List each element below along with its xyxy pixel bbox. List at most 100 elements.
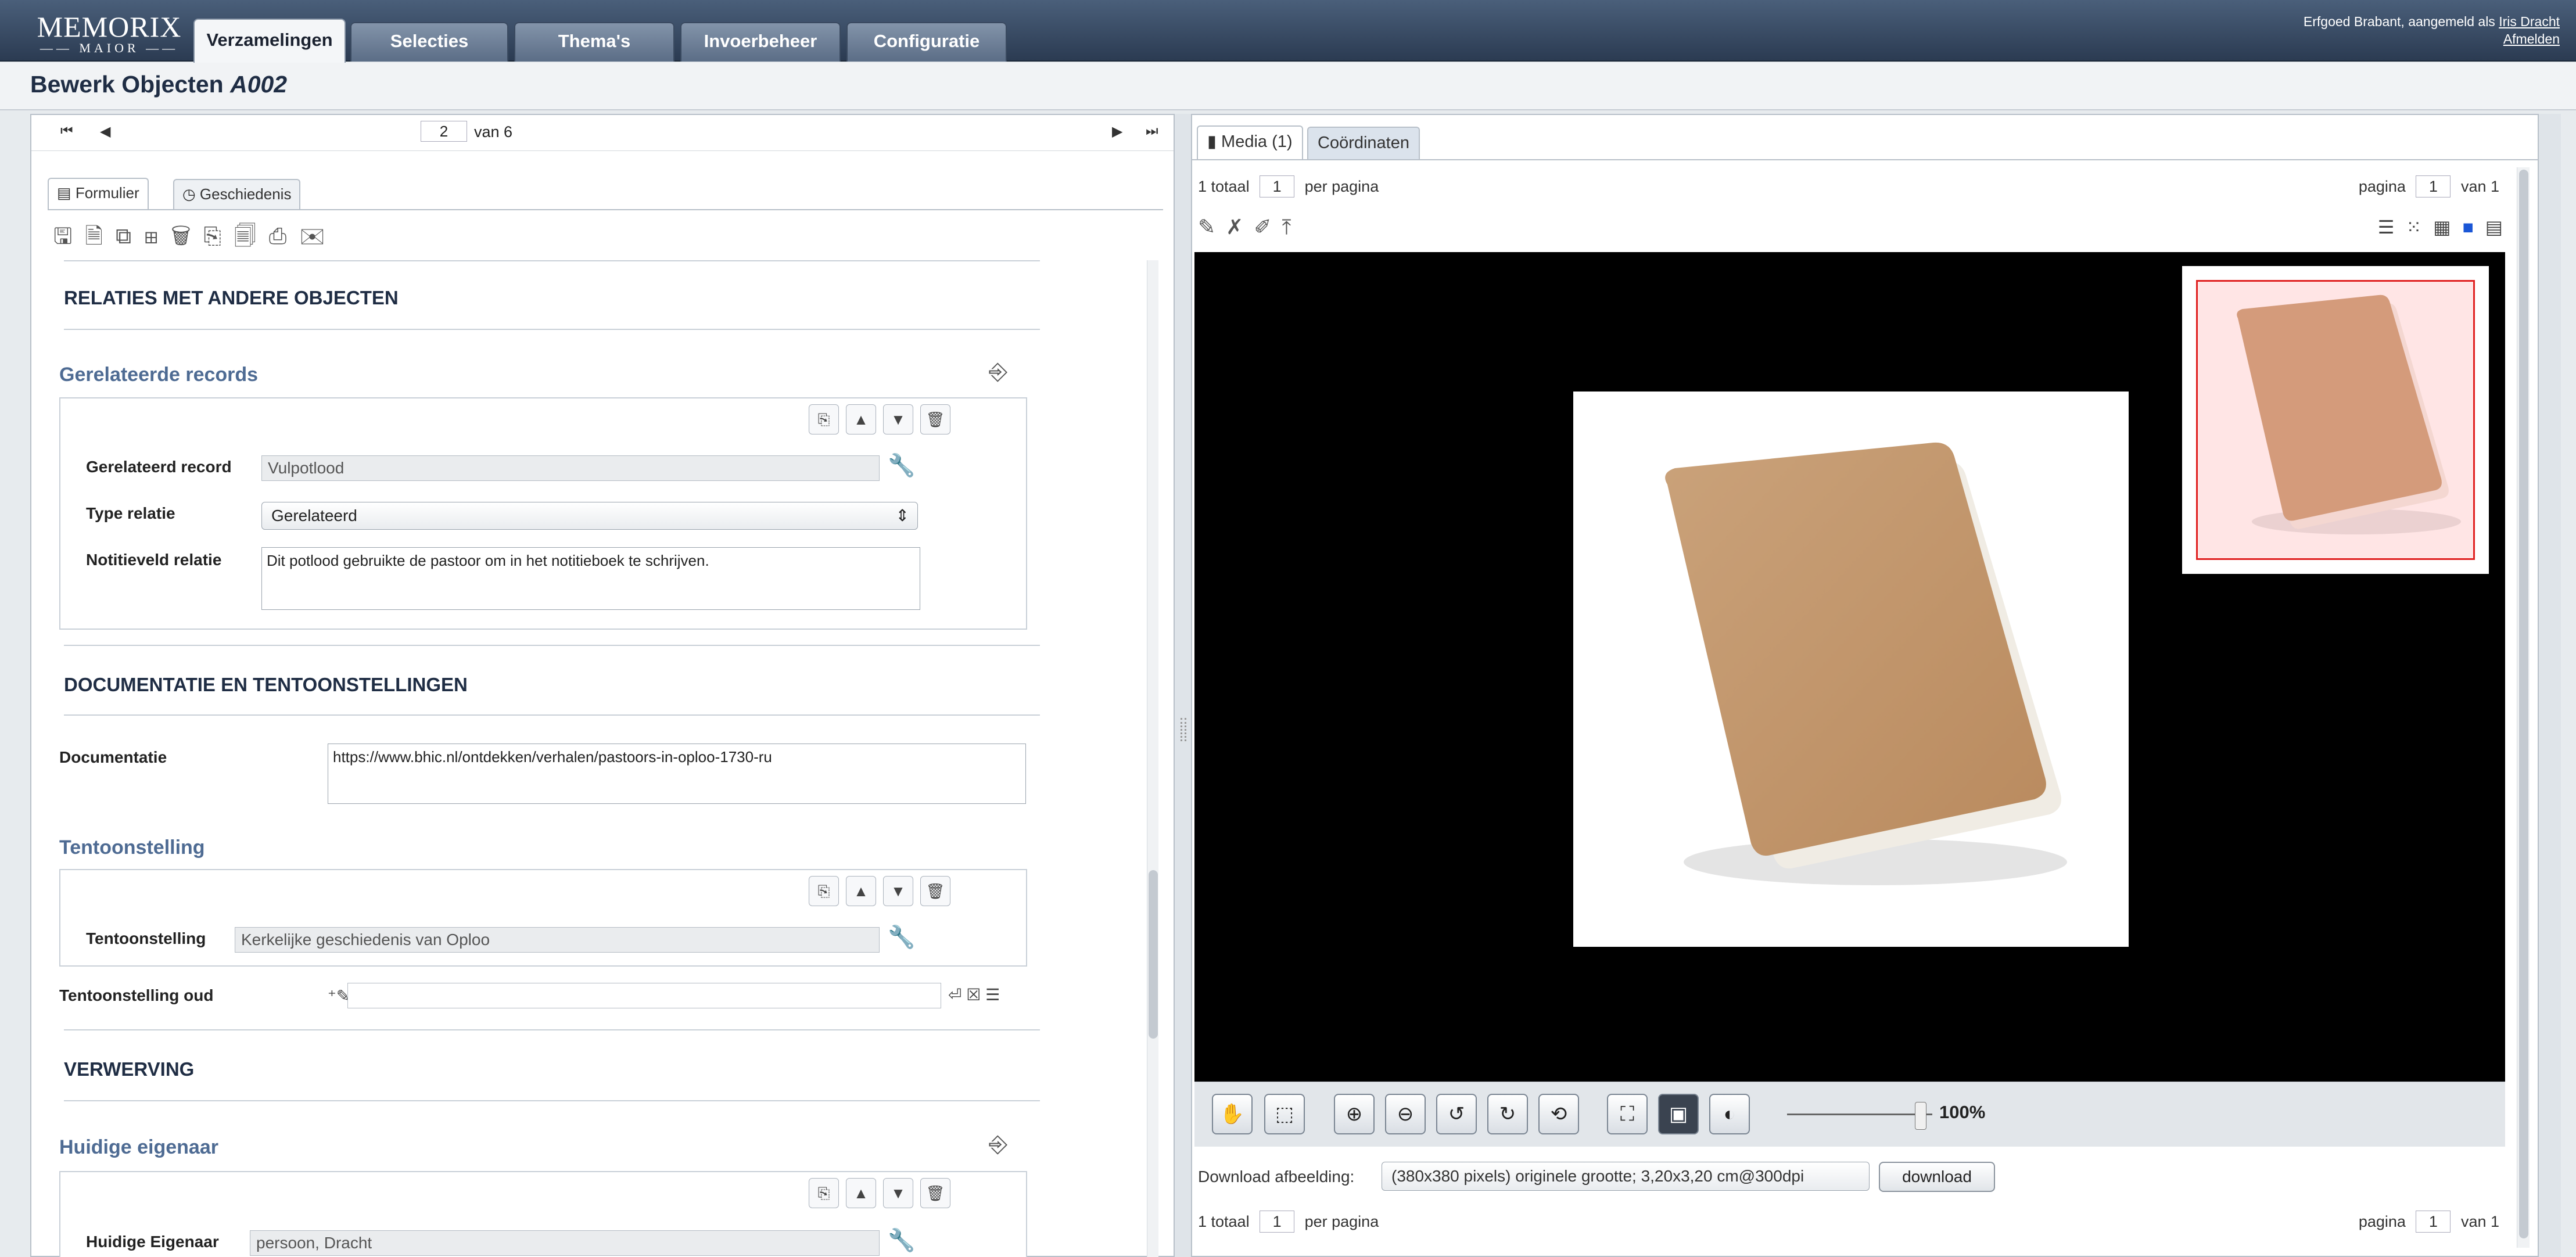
form-panel: ⏮ ◀ 2 van 6 ▶ ⏭ ▤ Formulier ◷ Geschieden… (30, 114, 1175, 1257)
tab-configuratie[interactable]: Configuratie (846, 22, 1007, 62)
delete-row-button[interactable]: 🗑 (920, 404, 950, 434)
add-row-button[interactable]: ⎘ (809, 404, 839, 434)
last-record-icon[interactable]: ⏭ (1146, 123, 1158, 139)
lookup-wrench-icon[interactable]: 🔧 (888, 453, 915, 479)
delete-row-button[interactable]: 🗑 (920, 876, 950, 906)
export-icon[interactable]: ⎘ (204, 224, 234, 249)
new-folder-icon[interactable]: ⊞ (144, 224, 171, 249)
zoom-slider-knob[interactable] (1915, 1102, 1926, 1130)
tab-geschiedenis[interactable]: ◷ Geschiedenis (173, 179, 301, 209)
edit-media-icon[interactable]: ✎ (1198, 215, 1226, 239)
add-related-icon[interactable]: ⎆ (989, 359, 1007, 385)
add-row-button[interactable]: ⎘ (809, 1178, 839, 1208)
rotate-right-90-icon[interactable]: ↻ (1487, 1094, 1528, 1134)
tab-media[interactable]: ▮ Media (1) (1197, 125, 1303, 160)
logout-link[interactable]: Afmelden (2503, 31, 2560, 46)
media-total: 1 totaal (1198, 1213, 1250, 1230)
media-scrollbar-thumb[interactable] (2519, 170, 2528, 1238)
fit-to-screen-icon[interactable]: ⛶ (1607, 1094, 1648, 1134)
image-viewer[interactable] (1194, 252, 2505, 1082)
tab-coordinaten[interactable]: Coördinaten (1307, 127, 1420, 159)
zoom-in-icon[interactable]: ⊕ (1334, 1094, 1375, 1134)
section-verwerving: VERWERVING (64, 1058, 195, 1080)
page-input[interactable]: 1 (2416, 175, 2451, 197)
record-number-input[interactable]: 2 (421, 121, 467, 142)
per-page-input[interactable]: 1 (1260, 175, 1295, 197)
logo-line1: MEMORIX (37, 10, 182, 43)
download-button[interactable]: download (1879, 1162, 1995, 1192)
list-view-icon[interactable]: ☰ (2378, 217, 2406, 238)
mail-icon[interactable]: ✉ (299, 224, 338, 249)
download-size-select[interactable]: (380x380 pixels) originele grootte; 3,20… (1382, 1162, 1870, 1191)
page-input[interactable]: 1 (2416, 1211, 2451, 1233)
delete-media-icon[interactable]: ✗ (1226, 215, 1254, 239)
notebook-image (1665, 442, 2067, 885)
select-area-icon[interactable]: ⬚ (1264, 1094, 1305, 1134)
move-down-button[interactable]: ▼ (883, 876, 913, 906)
lookup-wrench-icon[interactable]: 🔧 (888, 925, 915, 950)
thumbnail-navigator[interactable] (2182, 266, 2489, 574)
move-up-button[interactable]: ▲ (846, 1178, 876, 1208)
tentoonstelling-field[interactable]: Kerkelijke geschiedenis van Oploo (235, 927, 880, 953)
single-view-icon[interactable]: ■ (2462, 217, 2485, 238)
user-name-link[interactable]: Iris Dracht (2499, 14, 2560, 29)
next-record-icon[interactable]: ▶ (1112, 123, 1122, 140)
tab-formulier-label: Formulier (75, 184, 139, 202)
previous-record-icon[interactable]: ◀ (100, 123, 110, 140)
save-icon[interactable]: 🖫 (53, 224, 85, 249)
media-scrollbar[interactable] (2517, 167, 2530, 1248)
tab-selecties[interactable]: Selecties (350, 22, 508, 62)
tab-themas[interactable]: Thema's (514, 22, 675, 62)
new-record-icon[interactable]: 🗎 (85, 224, 116, 249)
add-owner-icon[interactable]: ⎆ (989, 1132, 1007, 1158)
group-actions: ⎘ ▲ ▼ 🗑 (802, 1178, 950, 1208)
tab-formulier[interactable]: ▤ Formulier (48, 178, 149, 210)
copy-icon[interactable]: ⧉ (116, 224, 144, 249)
move-down-button[interactable]: ▼ (883, 404, 913, 434)
tab-verzamelingen[interactable]: Verzamelingen (193, 19, 346, 63)
move-down-button[interactable]: ▼ (883, 1178, 913, 1208)
gerelateerd-record-field[interactable]: Vulpotlood (261, 455, 880, 481)
rotate-left-90-icon[interactable]: ↺ (1436, 1094, 1477, 1134)
small-grid-icon[interactable]: ⁙ (2406, 217, 2433, 238)
tab-invoerbeheer[interactable]: Invoerbeheer (680, 22, 841, 62)
first-record-icon[interactable]: ⏮ (60, 123, 73, 139)
tentoonstelling-oud-field[interactable] (347, 983, 941, 1008)
viewport-frame[interactable] (2196, 280, 2475, 560)
replace-media-icon[interactable]: ✐ (1254, 215, 1282, 239)
add-row-button[interactable]: ⎘ (809, 876, 839, 906)
notitieveld-textarea[interactable]: Dit potlood gebruikte de pastoor om in h… (261, 547, 920, 610)
rotate-180-icon[interactable]: ⟲ (1538, 1094, 1579, 1134)
group-actions: ⎘ ▲ ▼ 🗑 (802, 404, 950, 434)
delete-row-button[interactable]: 🗑 (920, 1178, 950, 1208)
zoom-slider[interactable] (1787, 1114, 1932, 1115)
lookup-wrench-icon[interactable]: 🔧 (888, 1228, 915, 1254)
document-icon[interactable]: 🗐 (234, 224, 269, 249)
detail-view-icon[interactable]: ▤ (2485, 217, 2514, 238)
group-actions: ⎘ ▲ ▼ 🗑 (802, 876, 950, 906)
per-page-input[interactable]: 1 (1260, 1211, 1295, 1233)
form-scrollbar[interactable] (1147, 260, 1158, 1257)
print-icon[interactable]: ⎙ (269, 224, 299, 249)
upload-icon[interactable]: ⤒ (1282, 215, 1302, 239)
add-term-icon[interactable]: ⁺✎ (328, 986, 350, 1005)
pan-hand-icon[interactable]: ✋ (1212, 1094, 1253, 1134)
form-scrollbar-thumb[interactable] (1149, 870, 1158, 1039)
documentatie-textarea[interactable]: https://www.bhic.nl/ontdekken/verhalen/p… (328, 744, 1026, 804)
group-huidige-eigenaar: Huidige eigenaar (59, 1136, 218, 1158)
zoom-out-icon[interactable]: ⊖ (1385, 1094, 1426, 1134)
delete-icon[interactable]: 🗑 (171, 224, 203, 249)
fullscreen-icon[interactable]: ▣ (1658, 1094, 1699, 1134)
move-up-button[interactable]: ▲ (846, 404, 876, 434)
contrast-icon[interactable]: ◐ (1709, 1094, 1750, 1134)
zoom-toolbar: ✋ ⬚ ⊕ ⊖ ↺ ↻ ⟲ ⛶ ▣ ◐ 100% (1194, 1082, 2505, 1147)
term-actions-icons[interactable]: ⏎ ☒ ☰ (948, 985, 1000, 1004)
form-icon: ▤ (57, 184, 71, 202)
grid-view-icon[interactable]: ▦ (2433, 217, 2462, 238)
section-divider (64, 1100, 1040, 1101)
panel-splitter[interactable] (1176, 114, 1191, 1257)
type-relatie-select[interactable]: Gerelateerd ⇕ (261, 502, 918, 530)
page-nav-bottom: pagina 1 van 1 (2359, 1211, 2499, 1233)
move-up-button[interactable]: ▲ (846, 876, 876, 906)
huidige-eigenaar-field[interactable]: persoon, Dracht (250, 1230, 880, 1256)
